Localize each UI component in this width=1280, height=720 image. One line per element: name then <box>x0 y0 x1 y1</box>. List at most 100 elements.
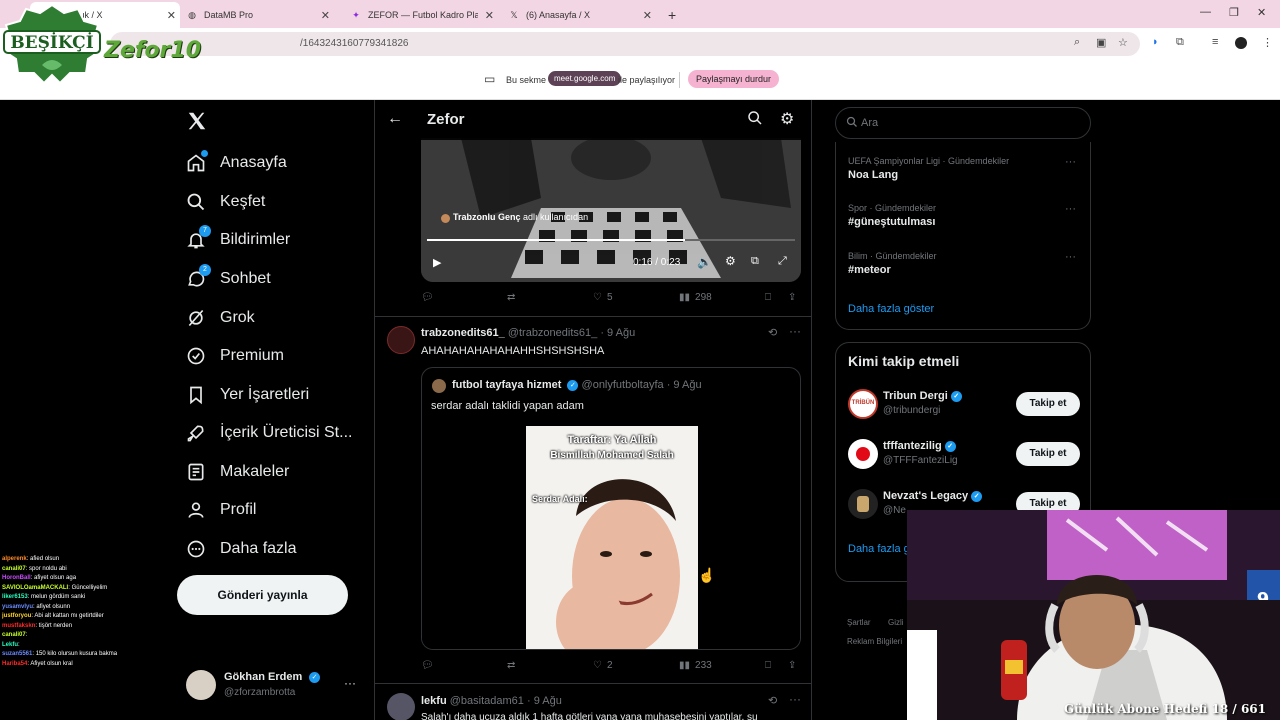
close-tab-icon[interactable]: ✕ <box>643 9 652 22</box>
video-player[interactable]: Trabzonlu Genç adlı kullanıcıdan ▶ 0:16 … <box>421 138 801 282</box>
back-arrow-icon[interactable]: ← <box>387 110 403 128</box>
bookmark-button[interactable]: ⎕ <box>765 292 771 303</box>
sidebar-item-sohbet[interactable]: 2 Sohbet <box>186 264 271 294</box>
show-more-link[interactable]: Daha fazla göster <box>848 303 934 315</box>
views-stat[interactable]: ▮▮ 233 <box>679 660 712 671</box>
post-date[interactable]: · 9 Ağu <box>600 327 635 339</box>
sidebar-item-label: Grok <box>220 309 255 326</box>
media-icon[interactable]: ≡ <box>1212 36 1218 48</box>
video-source: Trabzonlu Genç adlı kullanıcıdan <box>453 212 589 222</box>
bookmark-button[interactable]: ⎕ <box>765 660 771 671</box>
puzzle-icon[interactable]: ⧉ <box>1176 36 1184 49</box>
post-date[interactable]: · 9 Ağu <box>527 695 562 707</box>
stop-sharing-button[interactable]: Paylaşmayı durdur <box>688 70 780 88</box>
video-progress-track[interactable] <box>427 239 795 241</box>
view-count: 233 <box>695 660 712 671</box>
search-placeholder: Ara <box>861 117 879 129</box>
search-input[interactable]: Ara <box>835 107 1091 139</box>
sidebar-item-premium[interactable]: Premium <box>186 341 284 371</box>
post-avatar[interactable] <box>387 326 415 354</box>
footer-link[interactable]: Şartlar <box>847 618 871 627</box>
close-tab-icon[interactable]: ✕ <box>485 9 494 22</box>
gear-icon[interactable]: ⚙ <box>780 109 794 129</box>
play-icon[interactable]: ▶ <box>433 256 441 269</box>
views-stat[interactable]: ▮▮ 298 <box>679 292 712 303</box>
post-avatar[interactable] <box>387 693 415 720</box>
fullscreen-icon[interactable]: ⤢ <box>778 255 787 268</box>
account-switcher[interactable]: Gökhan Erdem ✓ @zforzambrotta ··· <box>186 668 366 704</box>
tab-zefor[interactable]: ✦ ZEFOR — Futbol Kadro Planları ✕ <box>342 2 502 28</box>
search-icon[interactable] <box>747 110 763 131</box>
post-author[interactable]: lekfu <box>421 695 447 707</box>
divider <box>679 72 680 88</box>
kebab-menu-icon[interactable]: ⋮ <box>1262 36 1273 49</box>
sidebar-item-anasayfa[interactable]: Anasayfa <box>186 148 287 178</box>
trend-more-icon[interactable]: ··· <box>1065 203 1076 215</box>
trend-category: UEFA Şampiyonlar Ligi · Gündemdekiler <box>848 156 1010 166</box>
post-more-icon[interactable]: ··· <box>789 324 801 338</box>
tab-anasayfa[interactable]: 𝕏 (6) Anasayfa / X ✕ <box>500 2 660 28</box>
follow-suggestion[interactable]: TRİBÜN Tribun Dergi ✓ @tribundergi Takip … <box>848 389 1080 425</box>
close-tab-icon[interactable]: ✕ <box>321 9 330 22</box>
footer-link[interactable]: Gizli <box>888 618 904 627</box>
sidebar-item-makaleler[interactable]: Makaleler <box>186 457 289 487</box>
profile-avatar-icon[interactable] <box>1235 37 1247 49</box>
restore-icon[interactable]: ❐ <box>1229 6 1239 19</box>
besikci-logo: BEŞİKÇİ <box>2 3 102 85</box>
trend-name: #güneştutulması <box>848 216 936 228</box>
zoom-icon[interactable]: ⌕ <box>1074 36 1080 49</box>
grok-post-icon[interactable]: ⟲ <box>768 694 777 707</box>
follow-suggestion[interactable]: tfffantezilig ✓ @TFFFanteziLig Takip et <box>848 439 1080 475</box>
grok-post-icon[interactable]: ⟲ <box>768 326 777 339</box>
show-more-link[interactable]: Daha fazla g <box>848 543 910 555</box>
new-tab-button[interactable]: + <box>660 2 684 28</box>
url-text: /1643243160779341826 <box>300 38 409 49</box>
retweet-button[interactable]: ⇄ <box>507 292 515 303</box>
quoted-post[interactable]: futbol tayfaya hizmet ✓ @onlyfutboltayfa… <box>421 367 801 650</box>
share-button[interactable]: ⇪ <box>788 660 796 671</box>
sidebar-item-bildirimler[interactable]: 7 Bildirimler <box>186 225 290 255</box>
share-button[interactable]: ⇪ <box>788 292 796 303</box>
post-author[interactable]: trabzonedits61_ <box>421 327 505 339</box>
sidebar-item-daha-fazla[interactable]: Daha fazla <box>186 534 297 564</box>
trend-more-icon[interactable]: ··· <box>1065 156 1076 168</box>
footer-link[interactable]: Reklam Bilgileri <box>847 637 902 646</box>
trend-item[interactable]: UEFA Şampiyonlar Ligi · Gündemdekiler No… <box>848 156 1080 181</box>
post-handle[interactable]: @trabzonedits61_ <box>508 327 597 339</box>
like-button[interactable]: ♡ 5 <box>593 292 613 303</box>
pip-icon[interactable]: ⧉ <box>751 255 759 268</box>
tab-datamb[interactable]: ◍ DataMB Pro ✕ <box>178 2 338 28</box>
star-icon[interactable]: ☆ <box>1118 36 1128 49</box>
sidebar-item-yer-isaretleri[interactable]: Yer İşaretleri <box>186 380 309 410</box>
minimize-icon[interactable]: — <box>1200 6 1211 18</box>
cast-icon[interactable]: ▣ <box>1096 36 1106 49</box>
post-handle[interactable]: @basitadam61 <box>450 695 524 707</box>
account-menu-icon[interactable]: ··· <box>344 676 356 690</box>
close-window-icon[interactable]: ✕ <box>1257 6 1266 19</box>
sidebar-item-icerik-ureticisi[interactable]: İçerik Üreticisi St... <box>186 418 352 448</box>
trend-item[interactable]: Spor · Gündemdekiler #güneştutulması ··· <box>848 203 1080 228</box>
close-tab-icon[interactable]: ✕ <box>167 9 176 22</box>
post-more-icon[interactable]: ··· <box>789 692 801 706</box>
trend-name: Noa Lang <box>848 169 899 181</box>
x-logo-icon[interactable] <box>186 110 208 132</box>
url-input[interactable]: /1643243160779341826 <box>110 32 1140 56</box>
trend-more-icon[interactable]: ··· <box>1065 251 1076 263</box>
reply-button[interactable]: 💬︎ <box>421 292 434 303</box>
follow-button[interactable]: Takip et <box>1016 392 1080 416</box>
follow-button[interactable]: Takip et <box>1016 442 1080 466</box>
settings-icon[interactable]: ⚙ <box>725 254 736 268</box>
retweet-button[interactable]: ⇄ <box>507 660 515 671</box>
sidebar-item-kesfet[interactable]: Keşfet <box>186 187 265 217</box>
post-text: AHAHAHAHAHAHAHHSHSHSHSHA <box>421 345 605 357</box>
sidebar-item-profil[interactable]: Profil <box>186 495 256 525</box>
trend-item[interactable]: Bilim · Gündemdekiler #meteor ··· <box>848 251 1080 276</box>
post-button[interactable]: Gönderi yayınla <box>177 575 348 615</box>
reply-button[interactable]: 💬︎ <box>421 660 434 671</box>
extension-wave-icon[interactable]: ◗ <box>1152 36 1159 48</box>
quote-media[interactable]: Taraftar: Ya Allah Bismillah Mohamed Sal… <box>422 426 800 649</box>
chat-message: yusamvlyu: afiyet olsunn <box>2 603 71 610</box>
like-button[interactable]: ♡ 2 <box>593 660 613 671</box>
sidebar-item-grok[interactable]: Grok <box>186 303 255 333</box>
volume-icon[interactable]: 🔈 <box>697 255 712 269</box>
